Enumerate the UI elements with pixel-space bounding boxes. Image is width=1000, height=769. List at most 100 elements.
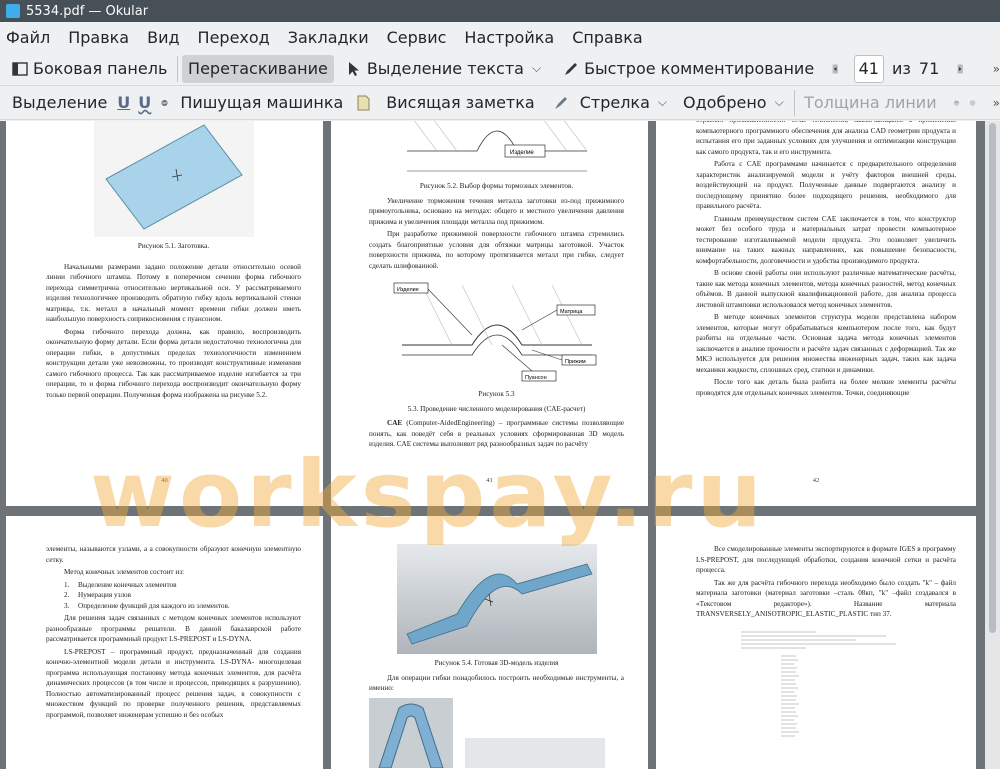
arrow-button[interactable]: Стрелка ⌵	[547, 89, 673, 117]
paragraph: отраслях промышленности. CAE технология,…	[696, 121, 956, 156]
current-page-value: 41	[858, 59, 879, 78]
label-part: Изделие	[397, 287, 419, 293]
note-icon	[357, 95, 370, 110]
sidebar-label: Боковая панель	[33, 59, 168, 78]
menu-view[interactable]: Вид	[147, 28, 179, 47]
cae-text: (Computer-AidedEngineering) – программны…	[369, 419, 624, 448]
tools-figure	[369, 697, 605, 768]
pdf-page-42: отраслях промышленности. CAE технология,…	[656, 121, 976, 506]
page-number-input[interactable]: 41	[853, 54, 885, 83]
page-of-label: из	[892, 59, 911, 78]
paragraph: Для операции гибки понадобилось построит…	[369, 673, 624, 693]
stamp-button[interactable]: Одобрено ⌵	[677, 89, 790, 117]
menu-bookmarks[interactable]: Закладки	[288, 28, 369, 47]
sidebar-icon	[12, 61, 28, 76]
label-punch: Пуансон	[525, 375, 547, 381]
sidebar-button[interactable]: Боковая панель	[6, 55, 173, 83]
menu-settings[interactable]: Настройка	[464, 28, 554, 47]
cursor-icon	[348, 61, 359, 76]
sticky-note-button[interactable]: Висящая заметка	[349, 89, 540, 117]
okular-app-icon	[6, 4, 20, 18]
strikeout-icon[interactable]	[161, 95, 168, 111]
window-titlebar: 5534.pdf — Okular	[0, 0, 1000, 22]
pdf-page-43: элементы, называются узлами, а а совокуп…	[6, 516, 323, 769]
paragraph: Так же для расчёта гибочного перехода не…	[696, 578, 956, 619]
paragraph: Форма гибочного перехода должна, как пра…	[46, 327, 301, 399]
menu-bar: Файл Правка Вид Переход Закладки Сервис …	[0, 22, 1000, 52]
toolbar-overflow-icon[interactable]: »	[993, 62, 1000, 76]
menu-go[interactable]: Переход	[198, 28, 270, 47]
menu-file[interactable]: Файл	[6, 28, 50, 47]
cae-term: CAE	[387, 419, 403, 427]
drag-mode-label: Перетаскивание	[188, 59, 328, 78]
figure-label: Изделие	[510, 150, 534, 156]
menu-edit[interactable]: Правка	[68, 28, 129, 47]
pdf-page-40: Рисунок 5.1. Заготовка. Начальными разме…	[6, 121, 323, 506]
annotation-toolbar: Выделение U U Пишущая машинка Висящая за…	[0, 86, 1000, 120]
k-file-listing-figure	[736, 625, 916, 746]
quick-comment-label: Быстрое комментирование	[584, 59, 815, 78]
previous-page-icon[interactable]	[830, 61, 840, 77]
highlight-label: Выделение	[12, 93, 108, 112]
paragraph: LS-PREPOST – программный продукт, предна…	[46, 647, 301, 719]
section-heading: 5.3. Проведение численного моделирования…	[407, 404, 586, 413]
brake-elements-figure: Изделие	[406, 121, 587, 177]
list-item: 2. Нумерация узлов	[64, 591, 132, 599]
text-selection-button[interactable]: Выделение текста ⌵	[340, 55, 547, 83]
paragraph: После того как деталь была разбита на бо…	[696, 378, 956, 397]
paragraph: В методе конечных элементов структура мо…	[696, 313, 956, 374]
line-width-control[interactable]: Толщина линии	[798, 89, 943, 117]
chevron-down-icon[interactable]: ⌵	[532, 61, 541, 76]
underline-icon[interactable]: U	[117, 93, 130, 112]
figure-caption: Рисунок 5.2. Выбор формы тормозных элеме…	[419, 182, 574, 190]
line-width-label: Толщина линии	[804, 93, 937, 112]
list-item: 3. Определение функций для каждого из эле…	[64, 601, 230, 610]
paragraph: Метод конечных элементов состоит из:	[64, 568, 185, 576]
page-number: 42	[812, 476, 820, 484]
drag-mode-button[interactable]: Перетаскивание	[182, 54, 334, 83]
paragraph: Все смоделированные элементы экспортирую…	[696, 545, 956, 574]
blank-figure	[93, 121, 254, 237]
paragraph: Начальными размерами задано положение де…	[46, 262, 301, 324]
menu-tools[interactable]: Сервис	[387, 28, 447, 47]
paragraph: Работа с CAE программами начинается с пр…	[696, 160, 956, 210]
tool-diagram-figure: Изделие Матрица Прижим Пуансон	[391, 275, 602, 385]
squiggle-underline-icon[interactable]: U	[138, 93, 151, 112]
label-clamp: Прижим	[565, 359, 586, 365]
sticky-note-label: Висящая заметка	[386, 93, 535, 112]
pen-icon	[565, 62, 578, 75]
toolbar-overflow-icon[interactable]: »	[993, 96, 1000, 110]
color-palette-icon[interactable]	[953, 95, 960, 111]
menu-help[interactable]: Справка	[572, 28, 643, 47]
list-item: 1. Выделение конечных элементов	[64, 580, 177, 589]
toolbar-separator	[177, 55, 179, 82]
page-number: 40	[161, 476, 168, 484]
document-viewport[interactable]: Рисунок 5.1. Заготовка. Начальными разме…	[0, 121, 985, 769]
figure-caption: Рисунок 5.3	[478, 390, 515, 398]
text-selection-label: Выделение текста	[366, 59, 524, 78]
chevron-down-icon[interactable]: ⌵	[775, 95, 784, 110]
paragraph: Увеличение торможения течения металла за…	[369, 196, 624, 226]
figure-caption: Рисунок 5.1. Заготовка.	[137, 242, 210, 250]
3d-model-figure	[396, 544, 597, 654]
window-title: 5534.pdf — Okular	[26, 3, 149, 19]
main-toolbar: Боковая панель Перетаскивание Выделение …	[0, 52, 1000, 86]
typewriter-label: Пишущая машинка	[180, 93, 344, 112]
pdf-page-41: Изделие Рисунок 5.2. Выбор формы тормозн…	[331, 121, 648, 506]
paragraph: CAE (Computer-AidedEngineering) – програ…	[369, 418, 624, 450]
next-page-icon[interactable]	[955, 61, 965, 77]
page-number: 41	[486, 476, 493, 484]
total-pages-value: 71	[918, 59, 940, 78]
typewriter-button[interactable]: Пишущая машинка	[174, 89, 349, 117]
paragraph: В основе своей работы они используют раз…	[696, 269, 956, 309]
scrollbar-thumb[interactable]	[989, 123, 996, 633]
highlight-button[interactable]: Выделение	[6, 89, 113, 117]
pdf-page-45: Все смоделированные элементы экспортирую…	[656, 516, 976, 769]
quick-comment-button[interactable]: Быстрое комментирование	[557, 55, 820, 83]
paragraph: При разработке прижимной поверхности гиб…	[369, 230, 624, 270]
opacity-icon[interactable]	[969, 95, 976, 111]
brush-icon	[554, 96, 567, 109]
label-die: Матрица	[560, 309, 583, 315]
chevron-down-icon[interactable]: ⌵	[658, 95, 667, 110]
vertical-scrollbar[interactable]	[985, 121, 1000, 769]
